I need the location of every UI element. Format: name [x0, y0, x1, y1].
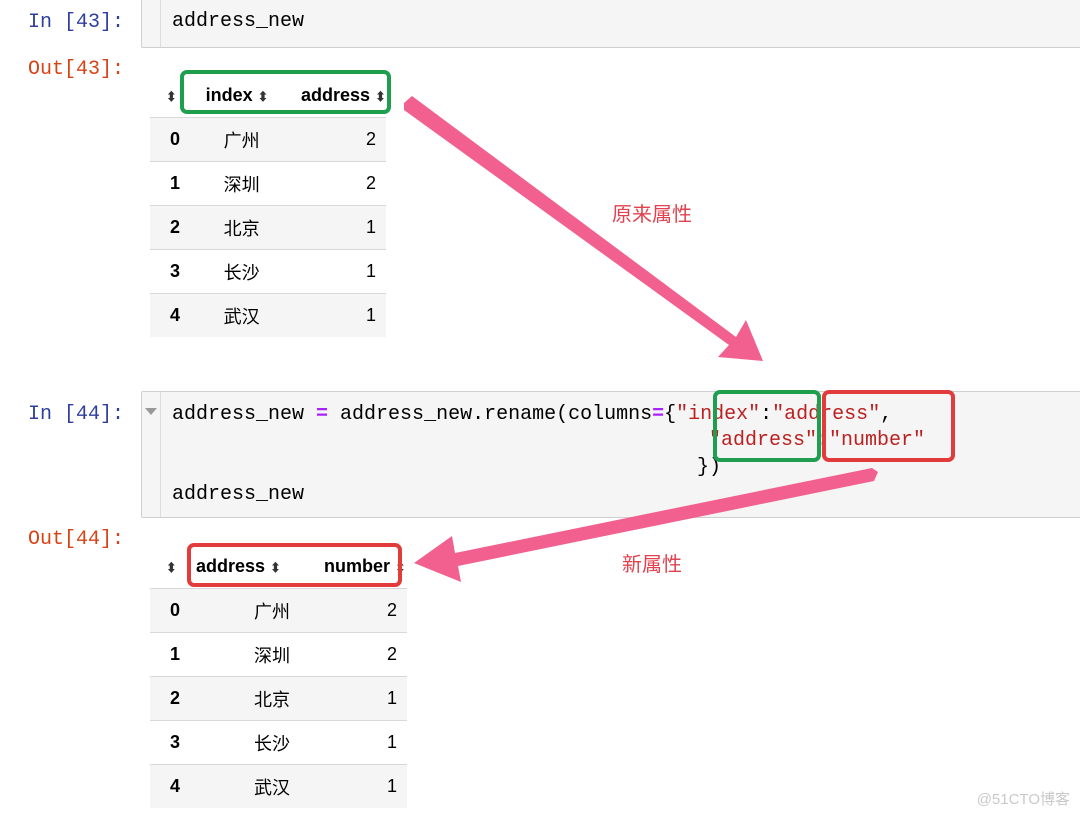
table-row: 0 广州 2 — [150, 117, 386, 162]
cell-value: 北京 — [205, 205, 296, 250]
sort-icon[interactable]: ⬍ — [166, 88, 177, 106]
code-cell-43[interactable]: address_new — [141, 0, 1080, 48]
code-operator: = — [652, 403, 665, 426]
row-index: 4 — [150, 293, 206, 337]
arrow-original-to-rename — [404, 96, 763, 361]
code-line: address_new — [172, 483, 305, 506]
sort-icon[interactable]: ⬍ — [166, 559, 177, 577]
cell-value: 北京 — [194, 676, 324, 721]
cell-value: 深圳 — [205, 161, 296, 206]
table-row: 2 北京 1 — [150, 205, 386, 250]
row-index: 2 — [150, 205, 206, 250]
cell-value: 长沙 — [205, 249, 296, 294]
cell-value: 广州 — [205, 117, 296, 162]
in-prompt-43: In [43]: — [28, 11, 125, 34]
renamed-columns-highlight — [187, 543, 402, 587]
cell-value: 2 — [324, 588, 407, 633]
table-row: 4 武汉 1 — [150, 293, 386, 337]
new-names-highlight — [822, 390, 955, 462]
table-row: 1 深圳 2 — [150, 632, 407, 677]
row-index: 2 — [150, 676, 194, 721]
code-token: { — [664, 403, 677, 426]
cell-value: 1 — [295, 205, 386, 250]
in-prompt-44: In [44]: — [28, 403, 125, 426]
code-token: address_new.rename(columns — [328, 403, 653, 426]
code-operator: = — [316, 403, 329, 426]
fold-icon[interactable] — [145, 408, 157, 415]
cell-value: 广州 — [194, 588, 324, 633]
code-gutter — [142, 392, 161, 517]
code-line: address_new — [172, 10, 305, 33]
watermark: @51CTO博客 — [976, 791, 1070, 808]
row-index: 0 — [150, 117, 206, 162]
table-row: 4 武汉 1 — [150, 764, 407, 808]
table-row: 0 广州 2 — [150, 588, 407, 633]
new-attributes-label: 新属性 — [622, 552, 682, 576]
cell-value: 武汉 — [194, 764, 324, 808]
row-index: 3 — [150, 720, 194, 765]
old-names-highlight — [713, 390, 821, 462]
table-row: 1 深圳 2 — [150, 161, 386, 206]
table-row: 3 长沙 1 — [150, 249, 386, 294]
cell-value: 1 — [295, 249, 386, 294]
cell-value: 武汉 — [205, 293, 296, 337]
cell-value: 2 — [324, 632, 407, 677]
cell-value: 2 — [295, 161, 386, 206]
out-prompt-43: Out[43]: — [28, 58, 125, 81]
row-index: 4 — [150, 764, 194, 808]
original-attributes-label: 原来属性 — [612, 202, 692, 226]
row-index: 1 — [150, 161, 206, 206]
cell-value: 长沙 — [194, 720, 324, 765]
row-index: 3 — [150, 249, 206, 294]
row-index: 1 — [150, 632, 194, 677]
row-index: 0 — [150, 588, 194, 633]
code-gutter — [142, 0, 161, 47]
original-columns-highlight — [180, 70, 391, 114]
cell-value: 1 — [324, 720, 407, 765]
cell-value: 深圳 — [194, 632, 324, 677]
cell-value: 2 — [295, 117, 386, 162]
cell-value: 1 — [324, 676, 407, 721]
table-row: 3 长沙 1 — [150, 720, 407, 765]
cell-value: 1 — [295, 293, 386, 337]
table-row: 2 北京 1 — [150, 676, 407, 721]
code-token: address_new — [172, 403, 317, 426]
out-prompt-44: Out[44]: — [28, 528, 125, 551]
cell-value: 1 — [324, 764, 407, 808]
